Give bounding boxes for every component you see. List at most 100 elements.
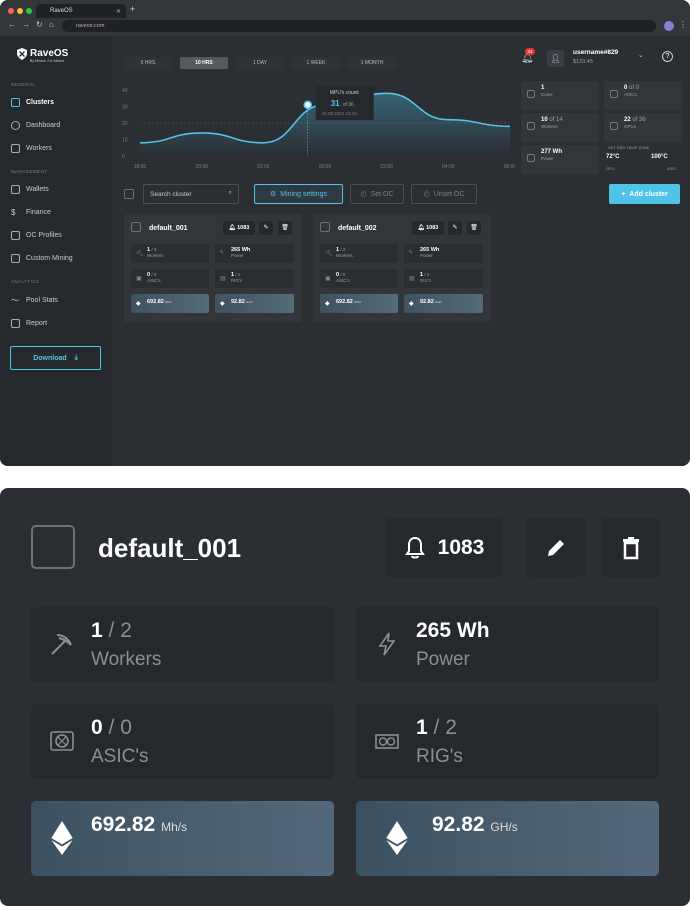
sidebar: RaveOS By Miners. For Miners GENERAL Clu…	[0, 36, 112, 466]
help-icon[interactable]: ?	[662, 51, 673, 62]
asics-label: ASIC's	[147, 278, 161, 283]
x-tick-label: 18:00	[134, 164, 147, 170]
search-icon: ⌕	[228, 190, 232, 196]
pencil-icon	[547, 539, 564, 556]
home-icon[interactable]: ⌂	[49, 20, 54, 29]
mining-settings-label: Mining settings	[280, 190, 327, 198]
hashrate-cell: ◆ 92.82 GH/s	[404, 294, 483, 313]
cluster-card[interactable]: default_001 🔔︎ 1083 ✎ 🗑︎ ⛏︎ 1 / 2 Workers …	[124, 214, 302, 322]
trash-icon: 🗑︎	[470, 225, 478, 231]
edit-button[interactable]	[526, 518, 585, 577]
y-tick-label: 40	[122, 88, 128, 94]
profile-avatar[interactable]	[664, 21, 674, 31]
new-tab-icon[interactable]: +	[130, 4, 135, 14]
power-cell: ϟ 265 Wh Power	[215, 244, 294, 263]
chevron-down-icon[interactable]: ⌄	[638, 51, 644, 59]
tab-title: RaveOS	[50, 8, 73, 14]
power-label: Power	[420, 253, 433, 258]
maximize-dot[interactable]	[26, 8, 32, 14]
sidebar-item-pool-stats[interactable]: 〜 Pool Stats	[11, 295, 58, 306]
stat-workers: 10 of 14 Workers	[521, 113, 599, 142]
alerts-button[interactable]: 🔔︎ 1083	[412, 221, 444, 235]
select-all-checkbox[interactable]	[124, 189, 134, 199]
report-icon	[11, 319, 20, 328]
tooltip-time: 16.08.2021 23:33	[322, 111, 358, 116]
cluster-card[interactable]: default_002 🔔︎ 1083 ✎ 🗑︎ ⛏︎ 1 / 2 Workers …	[313, 214, 491, 322]
gpu-temp[interactable]: 72°C	[606, 154, 619, 160]
forward-icon[interactable]: →	[22, 20, 30, 29]
delete-button[interactable]	[601, 518, 660, 577]
close-dot[interactable]	[8, 8, 14, 14]
browser-menu-icon[interactable]: ⋮	[679, 20, 687, 29]
pickaxe-icon: ⛏︎	[325, 251, 333, 257]
workers-cell: ⛏︎ 1 / 2 Workers	[320, 244, 398, 263]
address-bar[interactable]: raveos.com	[62, 20, 656, 32]
sidebar-item-workers[interactable]: Workers	[11, 144, 52, 153]
range-10-hrs[interactable]: 10 HRS	[180, 57, 228, 69]
coins-icon	[527, 90, 535, 98]
add-cluster-label: Add cluster	[629, 190, 668, 198]
range-1-week[interactable]: 1 WEEK	[292, 57, 340, 69]
cluster-checkbox[interactable]	[320, 222, 330, 232]
tooltip-of: of 36	[343, 102, 354, 108]
stat-label: ASICs	[624, 92, 637, 97]
range-1-month[interactable]: 1 MONTH	[348, 57, 396, 69]
logo-shield-icon	[17, 48, 27, 60]
alerts-button[interactable]: 1083	[385, 518, 503, 577]
rigs-cell: ▤ 1 / 2 RIG's	[404, 269, 483, 288]
sidebar-item-finance[interactable]: $ Finance	[11, 208, 51, 217]
alerts-count: 1083	[237, 225, 250, 231]
y-tick-label: 0	[122, 154, 125, 160]
sidebar-item-custom-mining[interactable]: Custom Mining	[11, 254, 73, 263]
sidebar-item-report[interactable]: Report	[11, 319, 47, 328]
gauge-icon: ◴	[423, 191, 430, 198]
set-oc-button[interactable]: ◴ Set OC	[350, 184, 404, 204]
range-5-hrs[interactable]: 5 HRS	[125, 57, 171, 69]
rigs-label: RIG's	[420, 278, 432, 283]
edit-button[interactable]: ✎	[448, 221, 462, 235]
user-avatar[interactable]: 👤︎	[547, 50, 564, 67]
browser-tab[interactable]: RaveOS ✕	[36, 4, 126, 18]
add-cluster-button[interactable]: + Add cluster	[609, 184, 680, 204]
pickaxe-icon: ⛏︎	[136, 251, 144, 257]
alerts-count: 1083	[426, 225, 439, 231]
sidebar-item-wallets[interactable]: Wallets	[11, 185, 49, 194]
asics-of: / 0	[108, 716, 132, 739]
power-label: Power	[231, 253, 244, 258]
rigs-cell: 1 / 2 RIG's	[356, 704, 659, 779]
minimize-dot[interactable]	[17, 8, 23, 14]
workers-cell: ⛏︎ 1 / 2 Workers	[131, 244, 209, 263]
ethereum-icon	[51, 821, 73, 855]
cluster-checkbox[interactable]	[131, 222, 141, 232]
mining-settings-button[interactable]: ⚙ Mining settings	[254, 184, 343, 204]
sidebar-item-label: Wallets	[26, 186, 49, 193]
range-1-day[interactable]: 1 DAY	[237, 57, 283, 69]
sidebar-item-clusters[interactable]: Clusters	[11, 98, 54, 107]
delete-button[interactable]: 🗑︎	[278, 221, 292, 235]
pickaxe-icon	[11, 144, 20, 153]
back-icon[interactable]: ←	[8, 20, 16, 29]
hashrate-cell: 92.82 GH/s	[356, 801, 659, 876]
asics-of: / 0	[340, 272, 346, 277]
y-tick-label: 20	[122, 121, 128, 127]
cluster-checkbox[interactable]	[31, 525, 75, 569]
hashrate-value: 692.82	[147, 299, 164, 305]
hashrate-value: 692.82	[336, 299, 353, 305]
sidebar-item-oc-profiles[interactable]: OC Profiles	[11, 231, 62, 240]
unset-oc-button[interactable]: ◴ Unset OC	[411, 184, 477, 204]
sidebar-item-dashboard[interactable]: Dashboard	[11, 121, 60, 130]
asic-temp[interactable]: 100°C	[651, 154, 668, 160]
balance: $123.45	[573, 59, 593, 65]
reload-icon[interactable]: ↻	[36, 20, 43, 29]
tab-close-icon[interactable]: ✕	[116, 8, 121, 15]
asics-cell: ▣ 0 / 0 ASIC's	[320, 269, 398, 288]
trash-icon: 🗑︎	[281, 225, 289, 231]
edit-button[interactable]: ✎	[259, 221, 273, 235]
search-input[interactable]: Search cluster ⌕	[143, 184, 239, 204]
alerts-button[interactable]: 🔔︎ 1083	[223, 221, 255, 235]
delete-button[interactable]: 🗑︎	[467, 221, 481, 235]
sliders-icon	[11, 231, 20, 240]
stat-of: of 14	[549, 117, 563, 123]
username[interactable]: username#829	[573, 49, 618, 56]
download-button[interactable]: Download ⤓	[10, 346, 101, 370]
